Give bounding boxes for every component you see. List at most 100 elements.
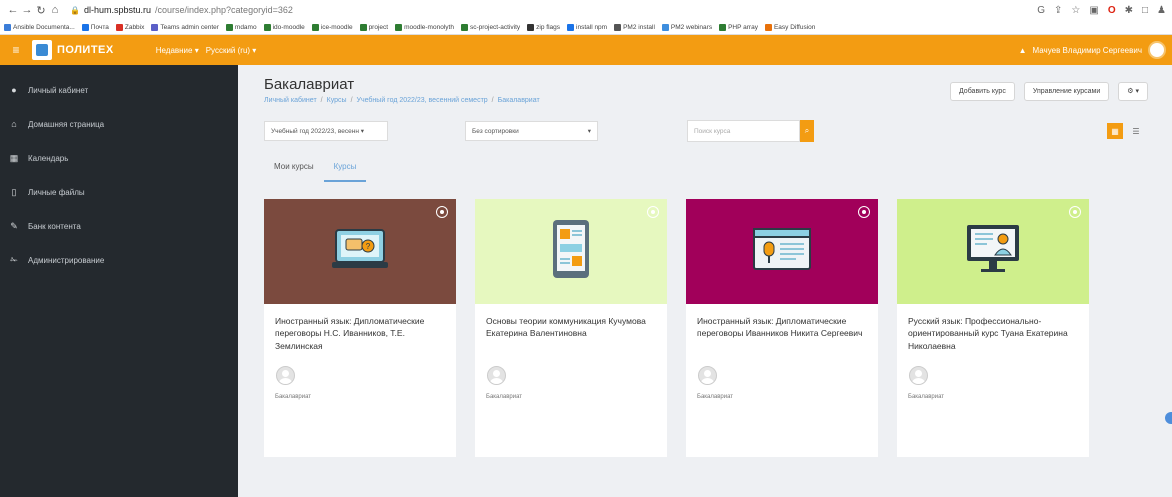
course-menu-icon[interactable] (436, 206, 448, 218)
page-title: Бакалавриат (264, 76, 355, 93)
puzzle-icon[interactable]: ✱ (1125, 5, 1133, 16)
course-menu-icon[interactable] (858, 206, 870, 218)
wrench-icon: ✁ (10, 254, 18, 265)
bookmark-item[interactable]: Ansible Documenta... (4, 23, 75, 31)
bookmark-icon (614, 23, 622, 31)
bookmark-item[interactable]: ido-moodle (263, 23, 305, 31)
bookmark-icon (764, 23, 772, 31)
lock-icon: 🔒 (70, 5, 80, 15)
grid-view-icon[interactable]: ▦ (1107, 123, 1123, 139)
course-image[interactable] (475, 199, 667, 304)
user-name: Мачуев Владимир Сергеевич (1032, 45, 1142, 55)
breadcrumb-item[interactable]: Бакалавриат (498, 97, 540, 104)
bookmark-item[interactable]: install npm (567, 23, 607, 31)
tab-my-courses[interactable]: Мои курсы (264, 156, 324, 182)
home-icon[interactable]: ⌂ (48, 4, 62, 16)
scroll-handle[interactable] (1165, 412, 1172, 424)
course-title[interactable]: Русский язык: Профессионально-ориентиров… (897, 304, 1089, 362)
bookmark-label: zip flags (536, 23, 561, 31)
bookmark-item[interactable]: Почта (81, 23, 109, 31)
search-input[interactable]: Поиск курса (687, 120, 800, 142)
bookmark-item[interactable]: PM2 install (614, 23, 655, 31)
tab-courses[interactable]: Курсы (323, 156, 367, 182)
course-card[interactable]: Русский язык: Профессионально-ориентиров… (897, 199, 1089, 457)
course-tabs: Мои курсы Курсы (264, 156, 1148, 182)
back-arrow-icon[interactable]: ← (6, 4, 20, 16)
bookmark-label: PM2 install (623, 23, 655, 31)
bookmark-label: Easy Diffusion (773, 23, 816, 31)
add-course-button[interactable]: Добавить курс (949, 82, 1015, 101)
reload-icon[interactable]: ↻ (34, 4, 48, 17)
teacher-avatar (698, 366, 717, 385)
sidebar-item[interactable]: ▯ Личные файлы (0, 175, 238, 209)
site-logo[interactable]: ПОЛИТЕХ (32, 40, 114, 60)
bookmark-item[interactable]: Teams admin center (151, 23, 219, 31)
list-view-icon[interactable]: ☰ (1128, 123, 1144, 139)
course-card[interactable]: ? Иностранный язык: Дипломатические перег… (264, 199, 456, 457)
course-search: Поиск курса ⌕ (687, 120, 814, 142)
avatar[interactable] (1148, 41, 1166, 59)
course-title[interactable]: Иностранный язык: Дипломатические перего… (686, 304, 878, 362)
course-image[interactable] (897, 199, 1089, 304)
star-icon[interactable]: ☆ (1071, 5, 1080, 16)
sidebar-item[interactable]: ✁ Администрирование (0, 243, 238, 277)
course-card[interactable]: Основы теории коммуникация Кучумова Екат… (475, 199, 667, 457)
share-icon[interactable]: ⇪ (1054, 5, 1062, 16)
bookmark-item[interactable]: mdamo (225, 23, 257, 31)
course-image[interactable] (686, 199, 878, 304)
bookmark-item[interactable]: PHP array (719, 23, 758, 31)
course-title[interactable]: Иностранный язык: Дипломатические перего… (264, 304, 456, 362)
bookmark-item[interactable]: ice-moodle (311, 23, 353, 31)
bookmark-item[interactable]: sc-project-activity (460, 23, 520, 31)
bookmarks-bar: Ansible Documenta... Почта Zabbix Teams adm… (0, 20, 1172, 35)
address-bar[interactable]: 🔒 dl-hum.spbstu.ru/course/index.php?cate… (70, 5, 293, 15)
google-icon[interactable]: G (1037, 5, 1045, 16)
sort-select[interactable]: Без сортировки ▾ (465, 121, 598, 141)
year-select[interactable]: Учебный год 2022/23, весенн ▾ (264, 121, 388, 141)
settings-gear-button[interactable]: ⚙ ▾ (1118, 82, 1148, 101)
bookmark-item[interactable]: Easy Diffusion (764, 23, 816, 31)
bookmark-icon (719, 23, 727, 31)
course-card[interactable]: Иностранный язык: Дипломатические перего… (686, 199, 878, 457)
logo-text: ПОЛИТЕХ (57, 44, 114, 56)
course-menu-icon[interactable] (647, 206, 659, 218)
sidebar-item[interactable]: ● Личный кабинет (0, 73, 238, 107)
teacher-avatar (909, 366, 928, 385)
bookmark-item[interactable]: zip flags (527, 23, 561, 31)
course-title[interactable]: Основы теории коммуникация Кучумова Екат… (475, 304, 667, 362)
course-menu-icon[interactable] (1069, 206, 1081, 218)
bell-icon[interactable]: ▲ (1019, 46, 1027, 55)
recent-menu[interactable]: Недавние ▾ (156, 46, 199, 55)
course-illustration-icon (961, 221, 1025, 282)
user-menu[interactable]: ▲ Мачуев Владимир Сергеевич (1019, 41, 1166, 59)
bookmark-icon (460, 23, 468, 31)
breadcrumb-item[interactable]: Учебный год 2022/23, весенний семестр (357, 97, 488, 104)
sidebar-item[interactable]: ▦ Календарь (0, 141, 238, 175)
bookmark-label: PHP array (728, 23, 758, 31)
hamburger-icon[interactable]: ≡ (6, 43, 26, 57)
profile-icon[interactable]: ♟ (1157, 5, 1166, 16)
bookmark-label: ido-moodle (272, 23, 305, 31)
sidebar-item[interactable]: ⌂ Домашняя страница (0, 107, 238, 141)
bookmark-item[interactable]: PM2 webinars (661, 23, 712, 31)
url-path: /course/index.php?categoryid=362 (155, 5, 293, 15)
breadcrumb-item[interactable]: Личный кабинет (264, 97, 317, 104)
window-icon[interactable]: □ (1142, 5, 1148, 16)
bookmark-icon (395, 23, 403, 31)
sidebar-item-label: Банк контента (28, 221, 81, 231)
bookmark-icon (311, 23, 319, 31)
breadcrumb-item[interactable]: Курсы (327, 97, 347, 104)
course-image[interactable]: ? (264, 199, 456, 304)
forward-arrow-icon[interactable]: → (20, 4, 34, 16)
search-icon[interactable]: ⌕ (800, 120, 814, 142)
course-category: Бакалавриат (697, 394, 734, 400)
bookmark-item[interactable]: project (359, 23, 388, 31)
sidebar-item[interactable]: ✎ Банк контента (0, 209, 238, 243)
bookmark-item[interactable]: moodle-monolyth (395, 23, 454, 31)
manage-courses-button[interactable]: Управление курсами (1023, 82, 1110, 101)
course-cards: ? Иностранный язык: Дипломатические перег… (264, 199, 1148, 457)
opera-icon[interactable]: O (1108, 5, 1116, 16)
language-menu[interactable]: Русский (ru) ▾ (206, 46, 257, 55)
extension-icon[interactable]: ▣ (1089, 5, 1098, 16)
bookmark-item[interactable]: Zabbix (115, 23, 144, 31)
